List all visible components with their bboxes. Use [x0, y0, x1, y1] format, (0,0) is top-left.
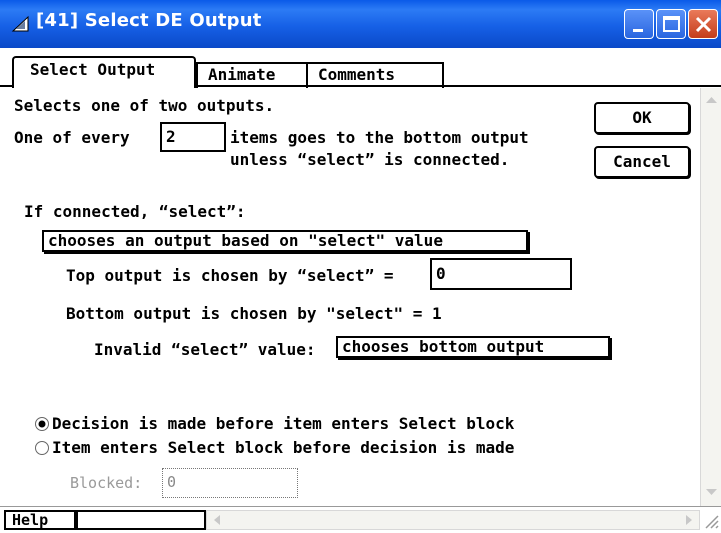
ok-button[interactable]: OK [594, 102, 690, 134]
close-icon [695, 16, 712, 33]
maximize-button[interactable] [656, 9, 686, 39]
top-output-label: Top output is chosen by “select” = [66, 266, 394, 285]
window-title: [41] Select DE Output [36, 10, 262, 31]
blocked-input: 0 [162, 468, 298, 498]
items-goes-text: items goes to the bottom output [230, 128, 529, 147]
unless-select-text: unless “select” is connected. [230, 150, 510, 169]
title-bar[interactable]: [41] Select DE Output [0, 0, 721, 48]
scroll-down-icon[interactable] [703, 482, 720, 502]
top-output-input[interactable]: 0 [430, 258, 572, 290]
tab-select-output[interactable]: Select Output [12, 56, 196, 88]
help-field[interactable] [76, 510, 206, 530]
tab-bar: Animate Comments Select Output [0, 52, 721, 88]
scroll-right-icon[interactable] [681, 512, 697, 528]
invalid-select-dropdown[interactable]: chooses bottom output [336, 336, 610, 358]
scroll-left-icon[interactable] [209, 512, 225, 528]
scroll-up-icon[interactable] [703, 90, 720, 110]
resize-grip-icon[interactable] [702, 512, 720, 530]
maximize-icon [663, 16, 680, 32]
minimize-icon [633, 29, 643, 32]
radio-decision-before[interactable] [34, 416, 50, 432]
help-button[interactable]: Help [4, 510, 76, 530]
blocked-label: Blocked: [70, 474, 143, 492]
vertical-scrollbar[interactable] [700, 88, 721, 506]
app-icon [11, 15, 29, 32]
bottom-output-text: Bottom output is chosen by "select" = 1 [66, 304, 442, 323]
if-connected-label: If connected, “select”: [24, 202, 246, 221]
horizontal-scrollbar[interactable] [206, 510, 700, 530]
description-text: Selects one of two outputs. [14, 96, 275, 115]
radio-item-enters-label[interactable]: Item enters Select block before decision… [52, 438, 514, 458]
invalid-select-label: Invalid “select” value: [94, 340, 316, 359]
cancel-button[interactable]: Cancel [594, 146, 690, 178]
radio-item-enters[interactable] [34, 440, 50, 456]
one-of-every-label: One of every [14, 128, 130, 147]
radio-decision-before-label[interactable]: Decision is made before item enters Sele… [52, 414, 514, 434]
minimize-button[interactable] [624, 9, 654, 39]
select-mode-dropdown[interactable]: chooses an output based on "select" valu… [42, 230, 528, 252]
one-of-every-input[interactable]: 2 [160, 122, 226, 152]
dialog-window: [41] Select DE Output Animate Comments S… [0, 0, 721, 533]
close-button[interactable] [688, 9, 718, 39]
